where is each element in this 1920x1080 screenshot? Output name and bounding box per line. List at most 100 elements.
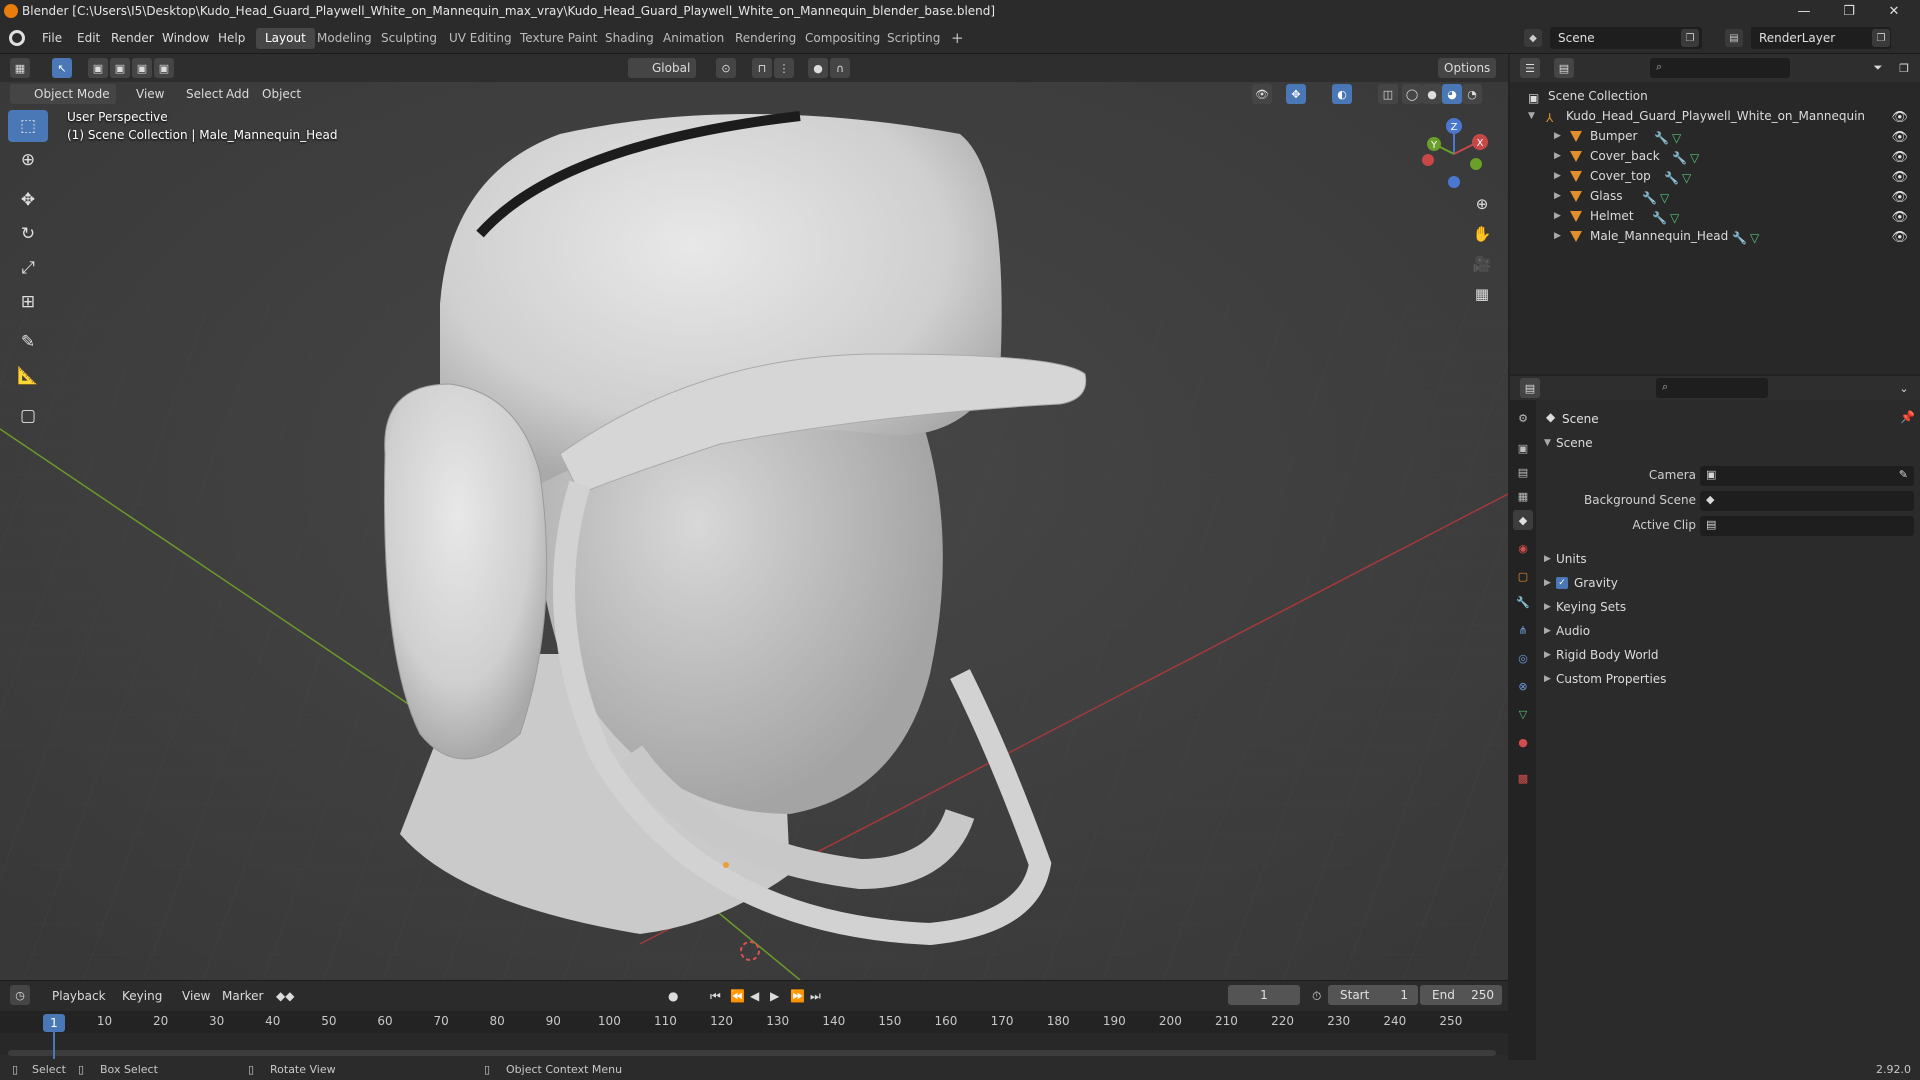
play-icon[interactable]: ▶ [764, 986, 785, 1006]
end-frame-field[interactable]: End 250 [1420, 985, 1502, 1005]
panel-units[interactable]: ▶ Units [1538, 548, 1920, 570]
camera-field[interactable]: ▣ ✎ [1700, 466, 1914, 486]
scene-tab-icon[interactable]: ◆ [1513, 510, 1533, 530]
select-box-invert-icon[interactable]: ▣ [154, 58, 174, 78]
orientation-dropdown[interactable]: Global [628, 58, 697, 78]
data-tab-icon[interactable]: ▽ [1513, 704, 1533, 724]
menu-playback[interactable]: Playback [46, 986, 112, 1006]
visibility-eye-icon[interactable]: 👁 [1891, 188, 1908, 208]
visibility-icon[interactable]: 👁 [1252, 84, 1272, 104]
visibility-eye-icon[interactable]: 👁 [1891, 148, 1908, 168]
constraints-tab-icon[interactable]: ⊗ [1513, 676, 1533, 696]
expand-triangle-icon[interactable]: ▶ [1554, 126, 1561, 146]
timeline-editor-type-icon[interactable]: ◷ [10, 985, 30, 1005]
background-scene-field[interactable]: ◆ [1700, 491, 1914, 511]
expand-triangle-icon[interactable]: ▶ [1554, 226, 1561, 246]
tool-tab-icon[interactable]: ⚙ [1513, 408, 1533, 428]
gravity-checkbox[interactable]: ✓ [1556, 577, 1568, 589]
scene-new-icon[interactable]: ❐ [1681, 29, 1699, 47]
panel-scene[interactable]: ▼ Scene [1538, 432, 1920, 454]
new-collection-icon[interactable]: ❐ [1894, 58, 1914, 78]
outliner-row-male-mannequin-head[interactable]: ▶ Male_Mannequin_Head 🔧 ▽ 👁 [1510, 226, 1920, 246]
3d-viewport[interactable]: ▦ ↖ ▣ ▣ ▣ ▣ Global ⊙ ⊓ ⋮ ● ∩ Options Obj… [0, 54, 1508, 980]
texture-tab-icon[interactable]: ▩ [1513, 768, 1533, 788]
tab-sculpting[interactable]: Sculpting [372, 28, 446, 49]
frame-ruler[interactable]: 10 20 30 40 50 60 70 80 90 100 110 120 130 140 150 160 1… [0, 1011, 1508, 1033]
tab-scripting[interactable]: Scripting [878, 28, 949, 49]
gizmo-toggle-icon[interactable]: ✥ [1286, 84, 1306, 104]
add-workspace-button[interactable]: + [942, 28, 973, 49]
editor-type-icon[interactable]: ▦ [10, 58, 30, 78]
render-layer-new-icon[interactable]: ❐ [1872, 29, 1890, 47]
wireframe-shading-icon[interactable]: ◯ [1402, 84, 1422, 104]
annotate-tool-icon[interactable]: ✎ [8, 326, 48, 358]
snap-icon[interactable]: ⊓ [752, 58, 772, 78]
tab-uv-editing[interactable]: UV Editing [440, 28, 521, 49]
blender-menu-icon[interactable] [9, 30, 25, 46]
select-mode-icon[interactable]: ↖ [52, 58, 72, 78]
select-box-extend-icon[interactable]: ▣ [110, 58, 130, 78]
filter-icon[interactable]: ⏷ [1868, 58, 1888, 78]
cursor-tool-icon[interactable]: ⊕ [8, 144, 48, 176]
xray-icon[interactable]: ◫ [1378, 84, 1398, 104]
menu-window[interactable]: Window [154, 28, 217, 48]
solid-shading-icon[interactable]: ● [1422, 84, 1442, 104]
timeline-scrollbar[interactable] [8, 1050, 1496, 1056]
options-dropdown[interactable]: Options [1438, 58, 1497, 78]
pin-icon[interactable]: 📌 [1900, 410, 1915, 424]
menu-view[interactable]: View [130, 84, 170, 104]
jump-end-icon[interactable]: ⏭ [804, 986, 827, 1006]
expand-triangle-icon[interactable]: ▶ [1554, 146, 1561, 166]
scene-field[interactable]: Scene [1550, 27, 1702, 49]
panel-keying-sets[interactable]: ▶ Keying Sets [1538, 596, 1920, 618]
play-reverse-icon[interactable]: ◀ [744, 986, 765, 1006]
render-tab-icon[interactable]: ▣ [1513, 438, 1533, 458]
render-layer-browse-icon[interactable]: ▤ [1725, 29, 1743, 47]
properties-editor-type-icon[interactable]: ▤ [1520, 378, 1540, 398]
expand-triangle-icon[interactable]: ▶ [1554, 186, 1561, 206]
outliner-row-cover-top[interactable]: ▶ Cover_top 🔧 ▽ 👁 [1510, 166, 1920, 186]
tab-layout[interactable]: Layout [256, 28, 315, 49]
outliner-row-collection[interactable]: ▼ ⅄ Kudo_Head_Guard_Playwell_White_on_Ma… [1510, 106, 1920, 126]
material-shading-icon[interactable]: ◕ [1442, 84, 1462, 104]
tab-texture-paint[interactable]: Texture Paint [511, 28, 606, 49]
pan-hand-icon[interactable]: ✋ [1468, 220, 1496, 248]
outliner-row-glass[interactable]: ▶ Glass 🔧 ▽ 👁 [1510, 186, 1920, 206]
material-tab-icon[interactable]: ● [1513, 732, 1533, 752]
measure-tool-icon[interactable]: 📐 [8, 360, 48, 392]
visibility-eye-icon[interactable]: 👁 [1891, 228, 1908, 248]
falloff-icon[interactable]: ∩ [830, 58, 850, 78]
rotate-tool-icon[interactable]: ↻ [8, 218, 48, 250]
menu-add[interactable]: Add [220, 84, 255, 104]
outliner-row-scene-collection[interactable]: ▣ Scene Collection [1510, 86, 1920, 106]
world-tab-icon[interactable]: ◉ [1513, 538, 1533, 558]
select-box-tool-icon[interactable]: ⬚ [8, 110, 48, 142]
scene-browse-icon[interactable]: ◆ [1524, 29, 1542, 47]
render-layer-field[interactable]: RenderLayer [1751, 27, 1891, 49]
outliner-row-helmet[interactable]: ▶ Helmet 🔧 ▽ 👁 [1510, 206, 1920, 226]
move-tool-icon[interactable]: ✥ [8, 184, 48, 216]
camera-view-icon[interactable]: 🎥 [1468, 250, 1496, 278]
menu-marker[interactable]: Marker [216, 986, 269, 1006]
visibility-eye-icon[interactable]: 👁 [1891, 168, 1908, 188]
tab-animation[interactable]: Animation [654, 28, 733, 49]
add-cube-tool-icon[interactable]: ▢ [8, 400, 48, 432]
start-frame-field[interactable]: Start 1 [1328, 985, 1418, 1005]
close-button[interactable]: ✕ [1872, 0, 1916, 22]
object-mode-dropdown[interactable]: Object Mode [10, 84, 116, 104]
minimize-button[interactable]: — [1782, 0, 1826, 22]
record-icon[interactable]: ● [662, 986, 684, 1006]
rendered-shading-icon[interactable]: ◔ [1462, 84, 1482, 104]
eyedropper-icon[interactable]: ✎ [1899, 468, 1908, 481]
scale-tool-icon[interactable]: ⤢ [8, 252, 48, 284]
ortho-grid-icon[interactable]: ▦ [1468, 280, 1496, 308]
overlay-toggle-icon[interactable]: ◐ [1332, 84, 1352, 104]
panel-custom-properties[interactable]: ▶ Custom Properties [1538, 668, 1920, 690]
transform-tool-icon[interactable]: ⊞ [8, 286, 48, 318]
pivot-icon[interactable]: ⊙ [716, 58, 736, 78]
keyframe-icon[interactable]: ◆◆ [270, 986, 300, 1006]
menu-help[interactable]: Help [210, 28, 253, 48]
visibility-eye-icon[interactable]: 👁 [1891, 108, 1908, 128]
object-tab-icon[interactable]: ▢ [1513, 566, 1533, 586]
expand-triangle-icon[interactable]: ▶ [1554, 166, 1561, 186]
